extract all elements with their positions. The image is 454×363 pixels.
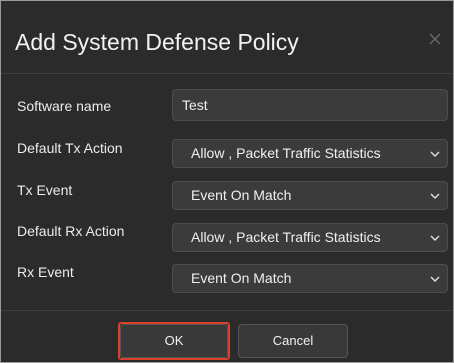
dialog-title: Add System Defense Policy <box>15 29 299 55</box>
rx-event-select[interactable]: Event On Match <box>172 264 448 293</box>
dialog-footer: OK Cancel <box>1 310 453 363</box>
rx-event-value: Event On Match <box>191 270 292 286</box>
dialog-header: Add System Defense Policy <box>1 1 453 74</box>
chevron-down-icon <box>430 151 440 157</box>
cancel-button[interactable]: Cancel <box>238 324 348 358</box>
default-rx-action-value: Allow , Packet Traffic Statistics <box>191 229 381 245</box>
tx-event-select[interactable]: Event On Match <box>172 181 448 210</box>
tx-event-label: Tx Event <box>17 182 73 198</box>
default-tx-action-select[interactable]: Allow , Packet Traffic Statistics <box>172 139 448 168</box>
software-name-input[interactable] <box>172 89 448 121</box>
chevron-down-icon <box>430 193 440 199</box>
chevron-down-icon <box>430 276 440 282</box>
default-tx-action-value: Allow , Packet Traffic Statistics <box>191 145 381 161</box>
default-rx-action-select[interactable]: Allow , Packet Traffic Statistics <box>172 223 448 252</box>
close-icon[interactable] <box>429 33 441 45</box>
software-name-label: Software name <box>17 98 112 114</box>
chevron-down-icon <box>430 235 440 241</box>
default-rx-action-label: Default Rx Action <box>17 223 125 239</box>
tx-event-value: Event On Match <box>191 187 292 203</box>
rx-event-label: Rx Event <box>17 264 74 280</box>
ok-button[interactable]: OK <box>120 324 228 358</box>
add-policy-dialog: Add System Defense Policy Software name … <box>0 0 454 363</box>
default-tx-action-label: Default Tx Action <box>17 140 123 156</box>
